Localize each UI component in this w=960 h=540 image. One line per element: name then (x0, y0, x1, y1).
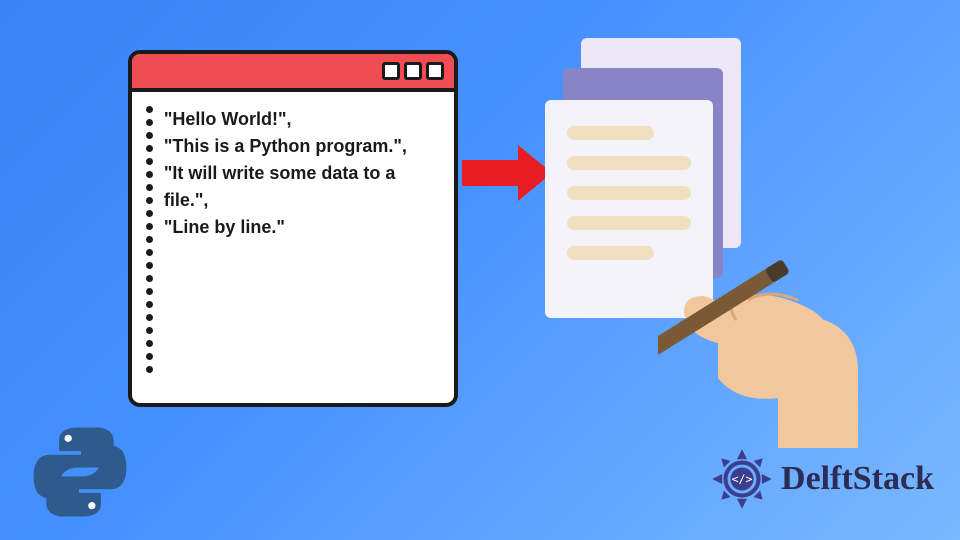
code-line: "Line by line." (164, 214, 440, 241)
code-text: "Hello World!", "This is a Python progra… (164, 106, 440, 373)
window-titlebar (132, 54, 454, 92)
text-line-icon (567, 246, 654, 260)
window-button-icon (382, 62, 400, 80)
delftstack-badge: </> DelftStack (709, 446, 934, 512)
hand-writing-icon (658, 248, 888, 448)
code-line: "Hello World!", (164, 106, 440, 133)
arrow-right-icon (462, 145, 552, 201)
text-line-icon (567, 186, 691, 200)
code-line: "It will write some data to a file.", (164, 160, 440, 214)
text-line-icon (567, 126, 654, 140)
code-body: "Hello World!", "This is a Python progra… (132, 92, 454, 403)
svg-text:</>: </> (732, 472, 753, 486)
text-line-icon (567, 216, 691, 230)
notebook-spiral-icon (146, 106, 156, 373)
text-line-icon (567, 156, 691, 170)
window-button-icon (426, 62, 444, 80)
code-window: "Hello World!", "This is a Python progra… (128, 50, 458, 407)
python-logo-icon (30, 422, 130, 522)
delftstack-logo-icon: </> (709, 446, 775, 512)
window-button-icon (404, 62, 422, 80)
brand-name: DelftStack (781, 460, 934, 498)
code-line: "This is a Python program.", (164, 133, 440, 160)
